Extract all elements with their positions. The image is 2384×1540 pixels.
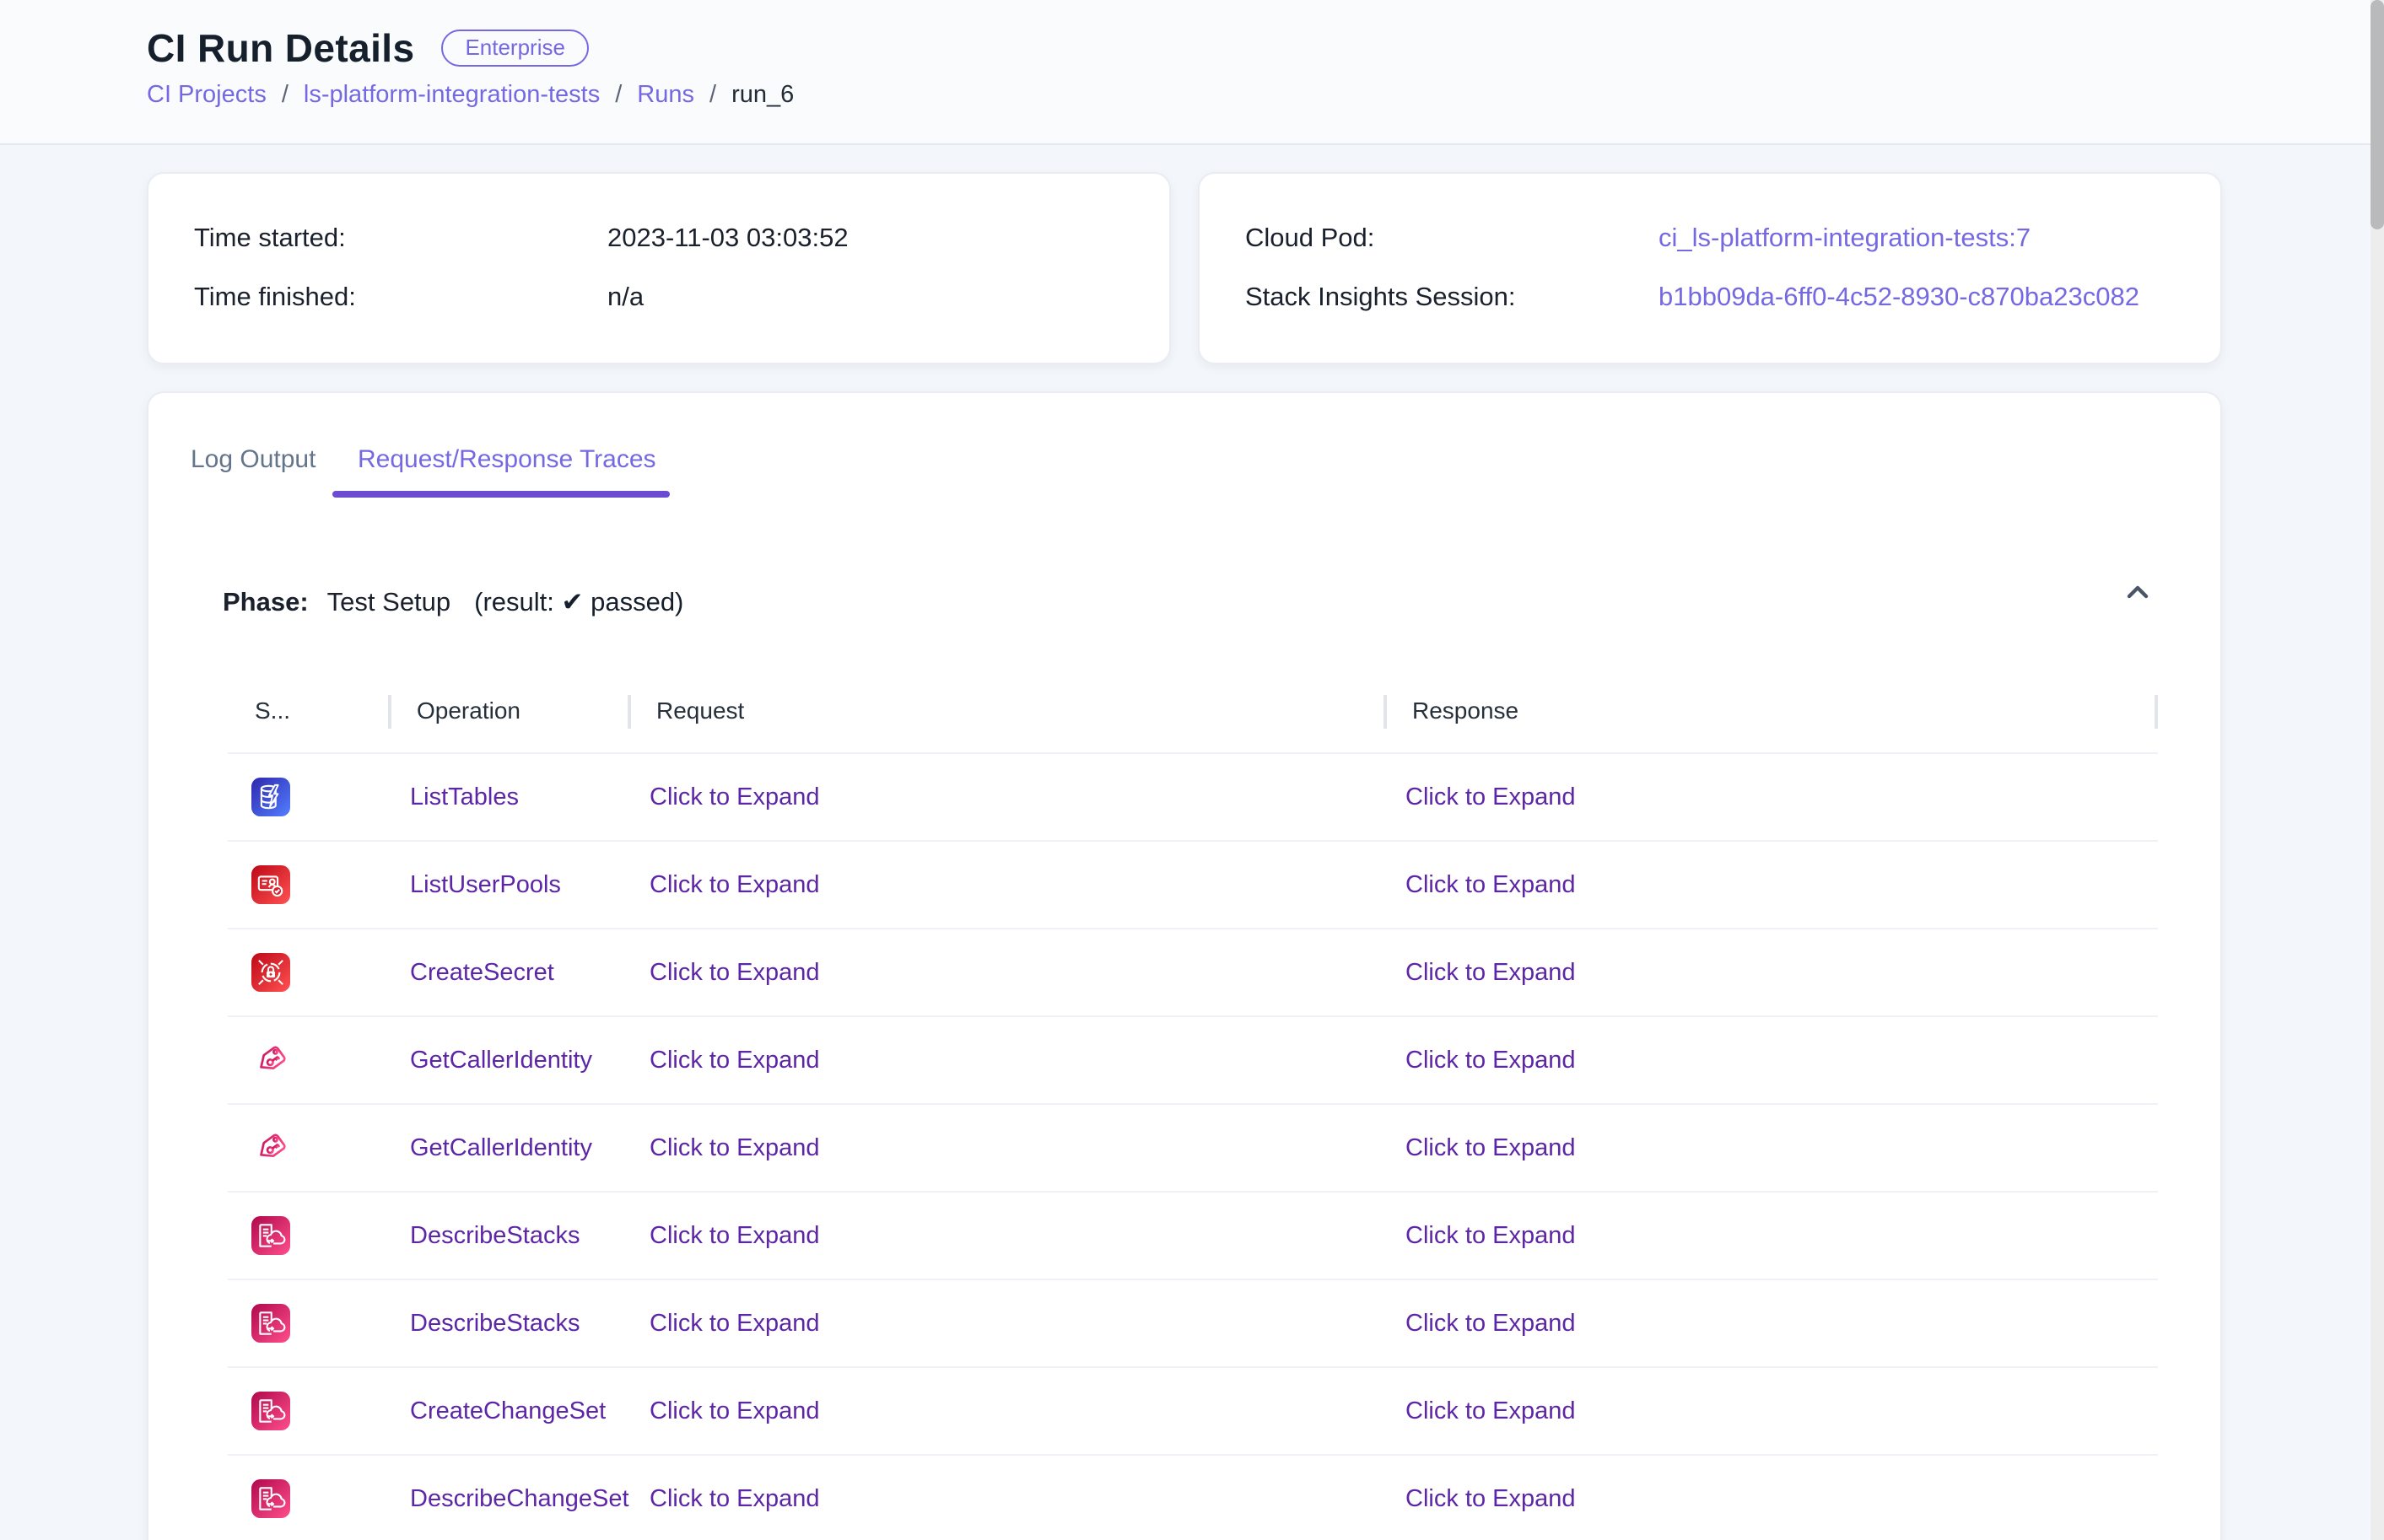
request-expand-link[interactable]: Click to Expand bbox=[629, 1485, 1385, 1513]
active-tab-indicator bbox=[332, 491, 670, 498]
breadcrumb-separator: / bbox=[615, 81, 622, 109]
response-expand-link[interactable]: Click to Expand bbox=[1385, 1485, 2158, 1513]
response-expand-link[interactable]: Click to Expand bbox=[1385, 871, 2158, 899]
response-expand-link[interactable]: Click to Expand bbox=[1385, 1222, 2158, 1250]
response-expand-link[interactable]: Click to Expand bbox=[1385, 1310, 2158, 1338]
table-row: DescribeChangeSet Click to Expand Click … bbox=[228, 1456, 2158, 1540]
column-divider bbox=[628, 695, 631, 729]
sts-icon bbox=[251, 1128, 290, 1167]
phase-name: Test Setup bbox=[327, 587, 450, 617]
traces-card: Log Output Request/Response Traces Phase… bbox=[147, 391, 2222, 1540]
operation-link[interactable]: DescribeStacks bbox=[390, 1310, 629, 1338]
request-expand-link[interactable]: Click to Expand bbox=[629, 1047, 1385, 1074]
phase-result: (result: ✔ passed) bbox=[474, 587, 683, 617]
cognito-icon bbox=[251, 865, 290, 904]
column-header-response: Response bbox=[1385, 697, 2158, 724]
traces-table: S... Operation Request Response ListTabl… bbox=[228, 670, 2158, 1540]
column-divider bbox=[388, 695, 391, 729]
request-expand-link[interactable]: Click to Expand bbox=[629, 1222, 1385, 1250]
time-finished-value: n/a bbox=[607, 282, 644, 312]
request-expand-link[interactable]: Click to Expand bbox=[629, 783, 1385, 811]
request-expand-link[interactable]: Click to Expand bbox=[629, 1134, 1385, 1162]
breadcrumb: CI Projects / ls-platform-integration-te… bbox=[147, 81, 794, 109]
table-row: ListUserPools Click to Expand Click to E… bbox=[228, 842, 2158, 929]
request-expand-link[interactable]: Click to Expand bbox=[629, 959, 1385, 987]
chevron-up-icon[interactable] bbox=[2124, 579, 2151, 606]
secrets-manager-icon bbox=[251, 953, 290, 992]
breadcrumb-link-ci-projects[interactable]: CI Projects bbox=[147, 81, 267, 109]
tab-log-output[interactable]: Log Output bbox=[191, 445, 316, 474]
response-expand-link[interactable]: Click to Expand bbox=[1385, 1397, 2158, 1425]
table-row: CreateSecret Click to Expand Click to Ex… bbox=[228, 929, 2158, 1017]
time-started-value: 2023-11-03 03:03:52 bbox=[607, 223, 849, 253]
page-header: CI Run Details Enterprise CI Projects / … bbox=[0, 0, 2384, 145]
operation-link[interactable]: CreateChangeSet bbox=[390, 1397, 629, 1425]
table-row: CreateChangeSet Click to Expand Click to… bbox=[228, 1368, 2158, 1456]
column-divider bbox=[2155, 695, 2158, 729]
table-row: ListTables Click to Expand Click to Expa… bbox=[228, 754, 2158, 842]
cloudformation-icon bbox=[251, 1216, 290, 1255]
breadcrumb-separator: / bbox=[709, 81, 716, 109]
operation-link[interactable]: DescribeStacks bbox=[390, 1222, 629, 1250]
enterprise-badge: Enterprise bbox=[441, 30, 589, 67]
table-row: DescribeStacks Click to Expand Click to … bbox=[228, 1280, 2158, 1368]
request-expand-link[interactable]: Click to Expand bbox=[629, 1397, 1385, 1425]
response-expand-link[interactable]: Click to Expand bbox=[1385, 1047, 2158, 1074]
page-title: CI Run Details bbox=[147, 25, 414, 71]
operation-link[interactable]: DescribeChangeSet bbox=[390, 1485, 629, 1513]
time-started-label: Time started: bbox=[194, 223, 607, 253]
cloud-pod-label: Cloud Pod: bbox=[1245, 223, 1659, 253]
stack-insights-link[interactable]: b1bb09da-6ff0-4c52-8930-c870ba23c082 bbox=[1659, 282, 2139, 312]
traces-table-header: S... Operation Request Response bbox=[228, 670, 2158, 754]
scrollbar-track[interactable] bbox=[2371, 0, 2384, 1540]
time-finished-label: Time finished: bbox=[194, 282, 607, 312]
phase-header: Phase: Test Setup (result: ✔ passed) bbox=[223, 587, 683, 617]
run-times-card: Time started: 2023-11-03 03:03:52 Time f… bbox=[147, 172, 1171, 364]
ci-run-details-page: CI Run Details Enterprise CI Projects / … bbox=[0, 0, 2384, 1540]
phase-label: Phase: bbox=[223, 587, 309, 617]
request-expand-link[interactable]: Click to Expand bbox=[629, 871, 1385, 899]
operation-link[interactable]: GetCallerIdentity bbox=[390, 1047, 629, 1074]
cloudformation-icon bbox=[251, 1304, 290, 1343]
table-row: GetCallerIdentity Click to Expand Click … bbox=[228, 1105, 2158, 1193]
tab-request-response-traces[interactable]: Request/Response Traces bbox=[358, 445, 656, 474]
stack-insights-label: Stack Insights Session: bbox=[1245, 282, 1659, 312]
breadcrumb-link-project[interactable]: ls-platform-integration-tests bbox=[304, 81, 600, 109]
cloudformation-icon bbox=[251, 1479, 290, 1518]
run-links-card: Cloud Pod: ci_ls-platform-integration-te… bbox=[1198, 172, 2222, 364]
breadcrumb-separator: / bbox=[282, 81, 289, 109]
scrollbar-thumb[interactable] bbox=[2371, 0, 2384, 229]
breadcrumb-current-run: run_6 bbox=[731, 81, 794, 109]
response-expand-link[interactable]: Click to Expand bbox=[1385, 959, 2158, 987]
sts-icon bbox=[251, 1041, 290, 1080]
column-header-request: Request bbox=[629, 697, 1385, 724]
table-row: DescribeStacks Click to Expand Click to … bbox=[228, 1193, 2158, 1280]
cloudformation-icon bbox=[251, 1392, 290, 1430]
operation-link[interactable]: CreateSecret bbox=[390, 959, 629, 987]
dynamodb-icon bbox=[251, 778, 290, 816]
operation-link[interactable]: ListTables bbox=[390, 783, 629, 811]
cloud-pod-link[interactable]: ci_ls-platform-integration-tests:7 bbox=[1659, 223, 2031, 253]
column-header-operation: Operation bbox=[390, 697, 629, 724]
operation-link[interactable]: GetCallerIdentity bbox=[390, 1134, 629, 1162]
response-expand-link[interactable]: Click to Expand bbox=[1385, 1134, 2158, 1162]
table-row: GetCallerIdentity Click to Expand Click … bbox=[228, 1017, 2158, 1105]
breadcrumb-link-runs[interactable]: Runs bbox=[637, 81, 694, 109]
operation-link[interactable]: ListUserPools bbox=[390, 871, 629, 899]
request-expand-link[interactable]: Click to Expand bbox=[629, 1310, 1385, 1338]
response-expand-link[interactable]: Click to Expand bbox=[1385, 783, 2158, 811]
column-divider bbox=[1383, 695, 1387, 729]
column-header-service: S... bbox=[228, 697, 390, 724]
